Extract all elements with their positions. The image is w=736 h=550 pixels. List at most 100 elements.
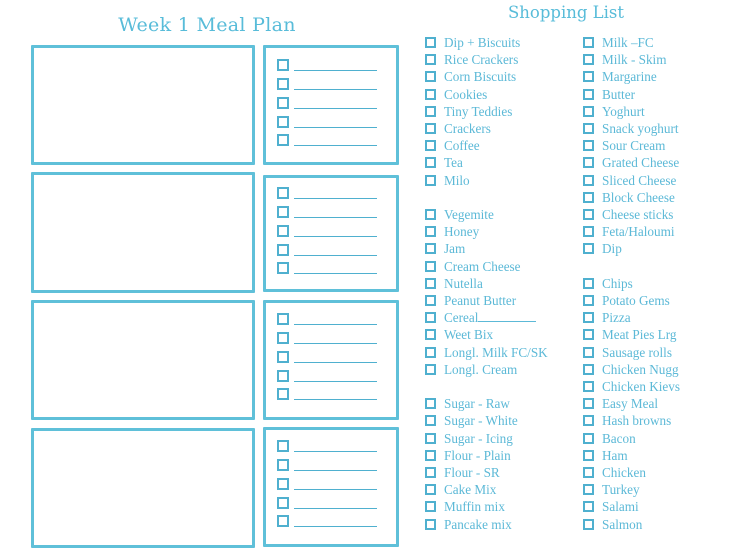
checkbox[interactable] — [583, 243, 594, 255]
write-in-line[interactable] — [478, 310, 537, 323]
write-in-line[interactable] — [294, 489, 377, 490]
checkbox[interactable] — [583, 484, 594, 496]
write-in-line[interactable] — [294, 89, 377, 90]
checkbox[interactable] — [277, 370, 289, 382]
checkbox[interactable] — [583, 381, 594, 392]
checkbox[interactable] — [277, 78, 289, 90]
checkbox[interactable] — [583, 105, 594, 117]
checkbox[interactable] — [425, 329, 436, 341]
checkbox[interactable] — [583, 123, 594, 134]
checkbox[interactable] — [583, 312, 594, 324]
write-in-line[interactable] — [294, 381, 377, 382]
write-in-line[interactable] — [294, 526, 377, 527]
write-in-line[interactable] — [294, 217, 377, 218]
checkbox[interactable] — [425, 518, 436, 530]
checkbox[interactable] — [425, 398, 436, 410]
write-in-line[interactable] — [294, 198, 377, 199]
write-in-line[interactable] — [294, 255, 377, 256]
checkbox[interactable] — [277, 225, 289, 237]
write-in-line[interactable] — [294, 399, 377, 400]
meal-entry-box[interactable] — [31, 45, 255, 165]
checkbox[interactable] — [277, 116, 289, 128]
checkbox[interactable] — [583, 140, 594, 152]
checkbox[interactable] — [583, 277, 594, 289]
checkbox[interactable] — [277, 440, 289, 452]
checkbox[interactable] — [277, 313, 289, 325]
checkbox[interactable] — [425, 140, 436, 152]
checkbox[interactable] — [583, 157, 594, 169]
checkbox[interactable] — [277, 515, 289, 527]
checkbox[interactable] — [583, 449, 594, 461]
checkbox[interactable] — [425, 105, 436, 117]
write-in-line[interactable] — [294, 70, 377, 71]
write-in-line[interactable] — [294, 362, 377, 363]
meal-entry-box[interactable] — [31, 428, 255, 548]
checkbox[interactable] — [277, 459, 289, 471]
checkbox[interactable] — [425, 484, 436, 496]
checkbox[interactable] — [277, 262, 289, 274]
write-in-line[interactable] — [294, 127, 377, 128]
checkbox[interactable] — [583, 209, 594, 220]
checkbox[interactable] — [583, 398, 594, 410]
checkbox[interactable] — [583, 346, 594, 358]
checkbox[interactable] — [425, 54, 436, 66]
checkbox[interactable] — [425, 71, 436, 83]
checkbox[interactable] — [425, 415, 436, 427]
checkbox[interactable] — [277, 332, 289, 344]
checkbox[interactable] — [425, 37, 436, 48]
checkbox[interactable] — [277, 59, 289, 71]
checkbox[interactable] — [425, 501, 436, 513]
checkbox[interactable] — [425, 209, 436, 220]
checkbox[interactable] — [583, 37, 594, 48]
checkbox[interactable] — [277, 497, 289, 509]
write-in-line[interactable] — [294, 273, 377, 274]
checkbox[interactable] — [425, 467, 436, 478]
checkbox[interactable] — [425, 243, 436, 255]
write-in-line[interactable] — [294, 508, 377, 509]
write-in-line[interactable] — [294, 145, 377, 146]
checkbox[interactable] — [277, 187, 289, 199]
write-in-line[interactable] — [294, 470, 377, 471]
checkbox[interactable] — [277, 134, 289, 146]
checkbox[interactable] — [277, 351, 289, 363]
checkbox[interactable] — [277, 206, 289, 218]
checkbox[interactable] — [583, 71, 594, 83]
write-in-line[interactable] — [294, 236, 377, 237]
meal-entry-box[interactable] — [31, 300, 255, 420]
checkbox[interactable] — [583, 329, 594, 341]
checkbox[interactable] — [425, 226, 436, 238]
checkbox[interactable] — [277, 388, 289, 400]
checkbox[interactable] — [425, 346, 436, 358]
checkbox[interactable] — [583, 363, 594, 375]
checkbox[interactable] — [425, 260, 436, 272]
checkbox[interactable] — [583, 295, 594, 306]
checkbox[interactable] — [583, 432, 594, 444]
checkbox[interactable] — [425, 174, 436, 186]
write-in-line[interactable] — [294, 324, 377, 325]
write-in-line[interactable] — [294, 451, 377, 452]
meal-entry-box[interactable] — [31, 172, 255, 293]
checkbox[interactable] — [425, 312, 436, 324]
checkbox[interactable] — [425, 432, 436, 444]
checkbox[interactable] — [425, 449, 436, 461]
checkbox[interactable] — [583, 518, 594, 530]
checkbox[interactable] — [277, 97, 289, 109]
write-in-line[interactable] — [294, 108, 377, 109]
checkbox[interactable] — [425, 277, 436, 289]
checkbox[interactable] — [583, 501, 594, 513]
checkbox[interactable] — [425, 157, 436, 169]
write-in-line[interactable] — [294, 343, 377, 344]
checkbox[interactable] — [425, 363, 436, 375]
checkbox[interactable] — [277, 478, 289, 490]
checkbox[interactable] — [583, 174, 594, 186]
checkbox[interactable] — [583, 226, 594, 238]
checkbox[interactable] — [425, 123, 436, 134]
checkbox[interactable] — [583, 467, 594, 478]
checkbox[interactable] — [583, 415, 594, 427]
checkbox[interactable] — [583, 88, 594, 100]
checkbox[interactable] — [277, 244, 289, 256]
checkbox[interactable] — [583, 54, 594, 66]
checkbox[interactable] — [425, 295, 436, 306]
checkbox[interactable] — [583, 191, 594, 203]
checkbox[interactable] — [425, 88, 436, 100]
